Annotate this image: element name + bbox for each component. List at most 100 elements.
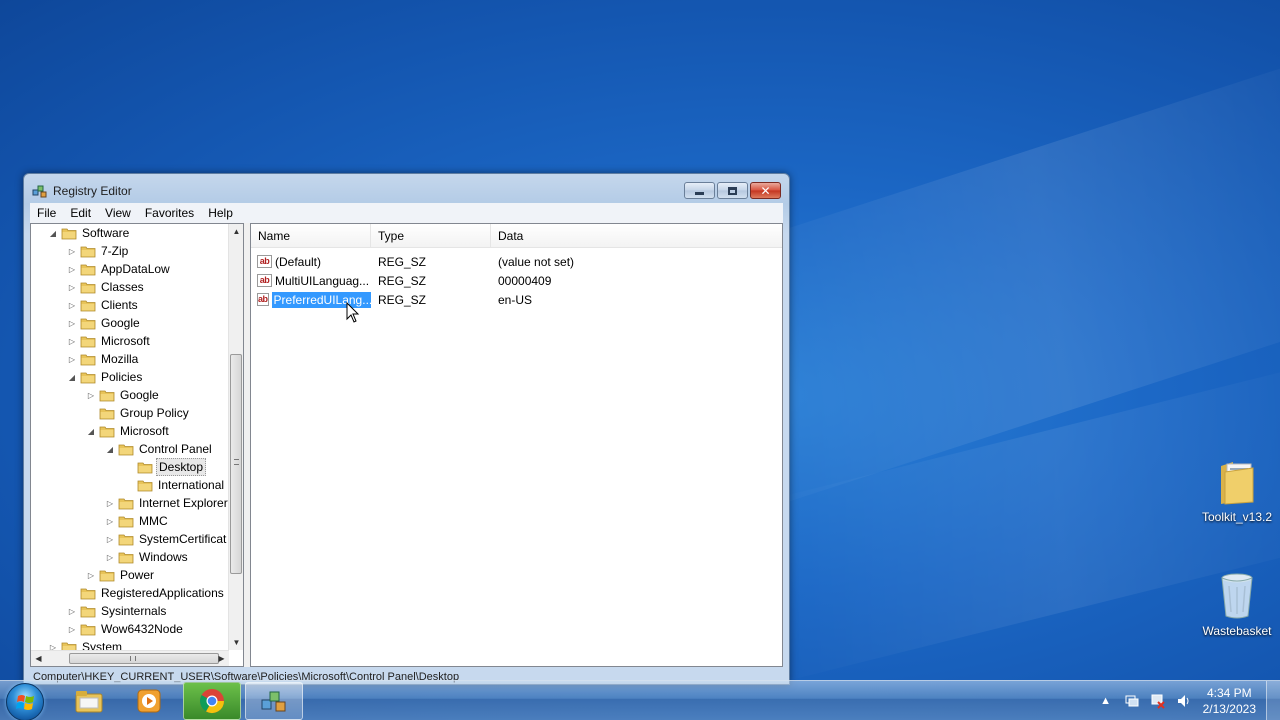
folder-icon	[118, 533, 134, 546]
taskbar-chrome-button[interactable]	[183, 682, 241, 720]
menu-help[interactable]: Help	[201, 206, 240, 220]
key-tree[interactable]: ◢ Software ▷ 7-Zip ▷ AppDataLow ▷ Classes ▷ Clien…	[30, 223, 244, 667]
value-type: REG_SZ	[378, 273, 427, 288]
menu-edit[interactable]: Edit	[63, 206, 98, 220]
menu-file[interactable]: File	[30, 206, 63, 220]
scroll-thumb[interactable]	[230, 354, 242, 574]
show-desktop-button[interactable]	[1266, 681, 1280, 720]
tree-item[interactable]: ▷ Google	[86, 386, 161, 404]
tree-item[interactable]: Group Policy	[86, 404, 191, 422]
tree-item[interactable]: ▷ Mozilla	[67, 350, 140, 368]
column-header-data[interactable]: Data	[491, 224, 782, 248]
collapse-arrow-icon[interactable]: ◢	[105, 444, 115, 454]
tree-item-label: System	[82, 640, 123, 650]
expand-arrow-icon[interactable]: ▷	[105, 534, 115, 544]
expand-arrow-icon[interactable]: ▷	[86, 570, 96, 580]
value-row[interactable]: ab (Default) REG_SZ (value not set)	[251, 252, 782, 271]
key-tree-content: ◢ Software ▷ 7-Zip ▷ AppDataLow ▷ Classes ▷ Clien…	[31, 224, 229, 650]
column-header-name[interactable]: Name	[251, 224, 371, 248]
clock-time: 4:34 PM	[1206, 686, 1252, 700]
taskbar-media-player-button[interactable]	[120, 682, 178, 720]
expand-arrow-icon[interactable]: ▷	[67, 354, 77, 364]
collapse-arrow-icon[interactable]: ◢	[86, 426, 96, 436]
value-row[interactable]: ab PreferredUILang... REG_SZ en-US	[251, 290, 782, 309]
tree-item[interactable]: ▷ Wow6432Node	[67, 620, 185, 638]
tree-item[interactable]: ◢ Control Panel	[105, 440, 214, 458]
registry-editor-window[interactable]: Registry Editor ✕ File Edit View Favorit…	[23, 173, 790, 685]
tree-item[interactable]: ▷ 7-Zip	[67, 242, 130, 260]
expand-arrow-icon[interactable]: ▷	[67, 264, 77, 274]
expand-arrow-icon[interactable]: ▷	[105, 516, 115, 526]
tree-item[interactable]: ◢ Policies	[67, 368, 144, 386]
minimize-button[interactable]	[684, 182, 715, 199]
tree-item[interactable]: International	[124, 476, 226, 494]
tree-item[interactable]: ▷ AppDataLow	[67, 260, 172, 278]
folder-icon	[80, 245, 96, 258]
folder-icon	[80, 299, 96, 312]
scroll-down-icon[interactable]: ▼	[229, 635, 243, 650]
value-name-cell: ab MultiUILanguag...	[251, 274, 371, 288]
desktop-icon-toolkit[interactable]: Toolkit_v13.2	[1197, 458, 1277, 524]
recycle-bin-icon	[1219, 572, 1255, 620]
tree-item[interactable]: ◢ Software	[48, 224, 131, 242]
folder-open-icon	[118, 443, 134, 456]
volume-icon[interactable]	[1176, 693, 1192, 709]
expand-arrow-icon[interactable]: ▷	[86, 390, 96, 400]
tree-item[interactable]: ▷ Microsoft	[67, 332, 152, 350]
tree-item[interactable]: ▷ Clients	[67, 296, 140, 314]
maximize-button[interactable]	[717, 182, 748, 199]
regedit-app-icon	[32, 183, 48, 199]
scroll-left-icon[interactable]: ◀	[31, 651, 46, 666]
show-hidden-icons-icon[interactable]: ▲	[1098, 693, 1114, 709]
expand-arrow-icon[interactable]: ▷	[67, 624, 77, 634]
tree-item[interactable]: ▷ Classes	[67, 278, 146, 296]
tree-item-label: Microsoft	[120, 424, 169, 438]
tree-item[interactable]: ▷ SystemCertificat	[105, 530, 228, 548]
tree-item[interactable]: ▷ System	[48, 638, 124, 650]
tree-item[interactable]: ▷ Windows	[105, 548, 190, 566]
close-button[interactable]: ✕	[750, 182, 781, 199]
tree-item-label: AppDataLow	[101, 262, 170, 276]
tree-item[interactable]: ◢ Microsoft	[86, 422, 171, 440]
maximize-icon	[728, 186, 737, 195]
tree-item[interactable]: ▷ Sysinternals	[67, 602, 168, 620]
expand-arrow-icon[interactable]: ▷	[67, 300, 77, 310]
expand-arrow-icon[interactable]: ▷	[48, 642, 58, 651]
collapse-arrow-icon[interactable]: ◢	[48, 228, 58, 238]
title-bar[interactable]: Registry Editor ✕	[24, 174, 789, 206]
tree-item[interactable]: ▷ MMC	[105, 512, 170, 530]
tree-item[interactable]: ▷ Power	[86, 566, 156, 584]
list-header: Name Type Data	[251, 224, 782, 248]
expand-arrow-icon[interactable]: ▷	[105, 552, 115, 562]
tree-item[interactable]: Desktop	[124, 458, 207, 476]
scroll-up-icon[interactable]: ▲	[229, 224, 243, 239]
scroll-thumb-horizontal[interactable]	[69, 653, 219, 664]
tree-item[interactable]: RegisteredApplications	[67, 584, 226, 602]
scroll-right-icon[interactable]: ▶	[214, 651, 229, 666]
tree-item[interactable]: ▷ Internet Explorer	[105, 494, 229, 512]
expand-arrow-icon[interactable]: ▷	[67, 246, 77, 256]
network-disconnected-icon[interactable]	[1150, 693, 1166, 709]
action-center-icon[interactable]	[1124, 693, 1140, 709]
collapse-arrow-icon[interactable]: ◢	[67, 372, 77, 382]
expand-arrow-icon[interactable]: ▷	[105, 498, 115, 508]
tree-horizontal-scrollbar[interactable]: ◀ ▶	[31, 650, 229, 666]
column-header-type[interactable]: Type	[371, 224, 491, 248]
menu-view[interactable]: View	[98, 206, 138, 220]
tree-item-label: Policies	[101, 370, 143, 384]
taskbar-regedit-button[interactable]	[245, 682, 303, 720]
taskbar-explorer-button[interactable]	[60, 682, 118, 720]
tree-vertical-scrollbar[interactable]: ▲ ▼	[228, 224, 243, 650]
tree-item-label: Desktop	[156, 458, 207, 476]
taskbar-clock[interactable]: 4:34 PM 2/13/2023	[1203, 685, 1256, 717]
tree-item[interactable]: ▷ Google	[67, 314, 142, 332]
expand-arrow-icon[interactable]: ▷	[67, 318, 77, 328]
menu-favorites[interactable]: Favorites	[138, 206, 201, 220]
expand-arrow-icon[interactable]: ▷	[67, 282, 77, 292]
start-button[interactable]	[6, 683, 44, 720]
desktop-icon-wastebasket[interactable]: Wastebasket	[1197, 572, 1277, 638]
value-row[interactable]: ab MultiUILanguag... REG_SZ 00000409	[251, 271, 782, 290]
expand-arrow-icon[interactable]: ▷	[67, 336, 77, 346]
expand-arrow-icon[interactable]: ▷	[67, 606, 77, 616]
values-list[interactable]: Name Type Data ab (Default) REG_SZ (value n…	[250, 223, 783, 667]
